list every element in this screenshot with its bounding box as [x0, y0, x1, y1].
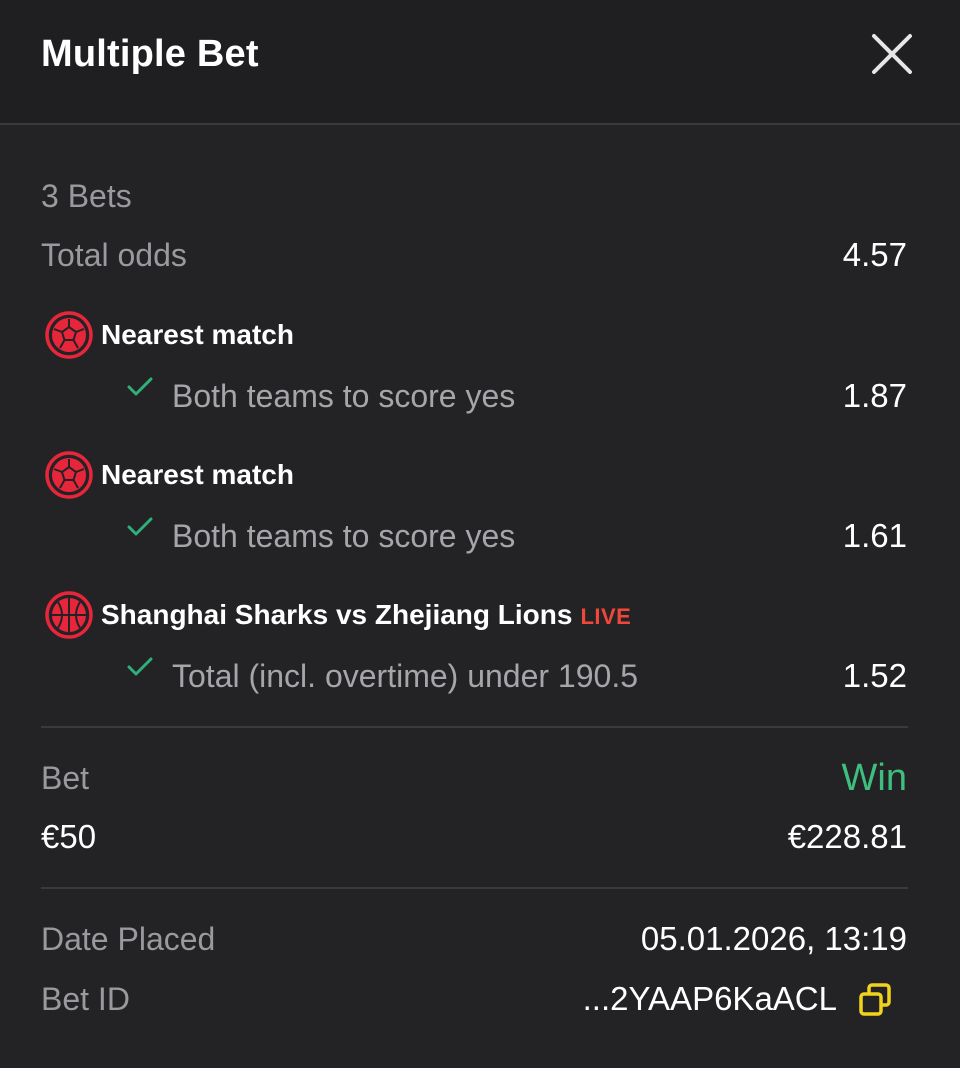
copy-icon — [859, 983, 891, 1016]
event-title: Shanghai Sharks vs Zhejiang Lions — [101, 599, 573, 630]
selection-odds: 1.87 — [842, 377, 907, 414]
win-amount: €228.81 — [787, 818, 907, 855]
bet-id-value: ...2YAAP6KaACL — [582, 980, 837, 1017]
market-label: Both teams to score yes — [172, 518, 516, 554]
total-odds-value: 4.57 — [842, 236, 907, 273]
check-icon — [127, 377, 153, 396]
event-name: Nearest match — [101, 319, 294, 350]
multiple-bet-sheet: Multiple Bet 3 Bets Total odds 4.57 Near… — [0, 0, 960, 1068]
total-odds-label: Total odds — [41, 237, 187, 273]
live-badge: LIVE — [580, 604, 632, 629]
check-icon — [127, 657, 153, 676]
market-label: Both teams to score yes — [172, 378, 516, 414]
bet-id-label: Bet ID — [41, 981, 130, 1017]
sheet-title: Multiple Bet — [41, 33, 259, 75]
divider — [41, 726, 908, 728]
date-placed-label: Date Placed — [41, 921, 216, 957]
event-name: Shanghai Sharks vs Zhejiang Lions LIVE — [101, 595, 631, 637]
selection-odds: 1.52 — [842, 657, 907, 694]
event-name: Nearest match — [101, 459, 294, 490]
bet-amount: €50 — [41, 818, 97, 855]
bet-label: Bet — [41, 760, 90, 796]
bets-count: 3 Bets — [41, 178, 132, 214]
market-label: Total (incl. overtime) under 190.5 — [172, 658, 638, 694]
sheet-header: Multiple Bet — [0, 0, 960, 125]
close-icon — [872, 34, 912, 74]
win-label: Win — [841, 757, 907, 799]
selection-odds: 1.61 — [842, 517, 907, 554]
check-icon — [127, 517, 153, 536]
divider — [41, 887, 908, 889]
close-button[interactable] — [868, 30, 916, 78]
copy-bet-id-button[interactable] — [856, 980, 896, 1020]
date-placed-value: 05.01.2026, 13:19 — [640, 920, 907, 957]
basketball-icon — [45, 591, 93, 639]
soccer-ball-icon — [45, 311, 93, 359]
soccer-ball-icon — [45, 451, 93, 499]
